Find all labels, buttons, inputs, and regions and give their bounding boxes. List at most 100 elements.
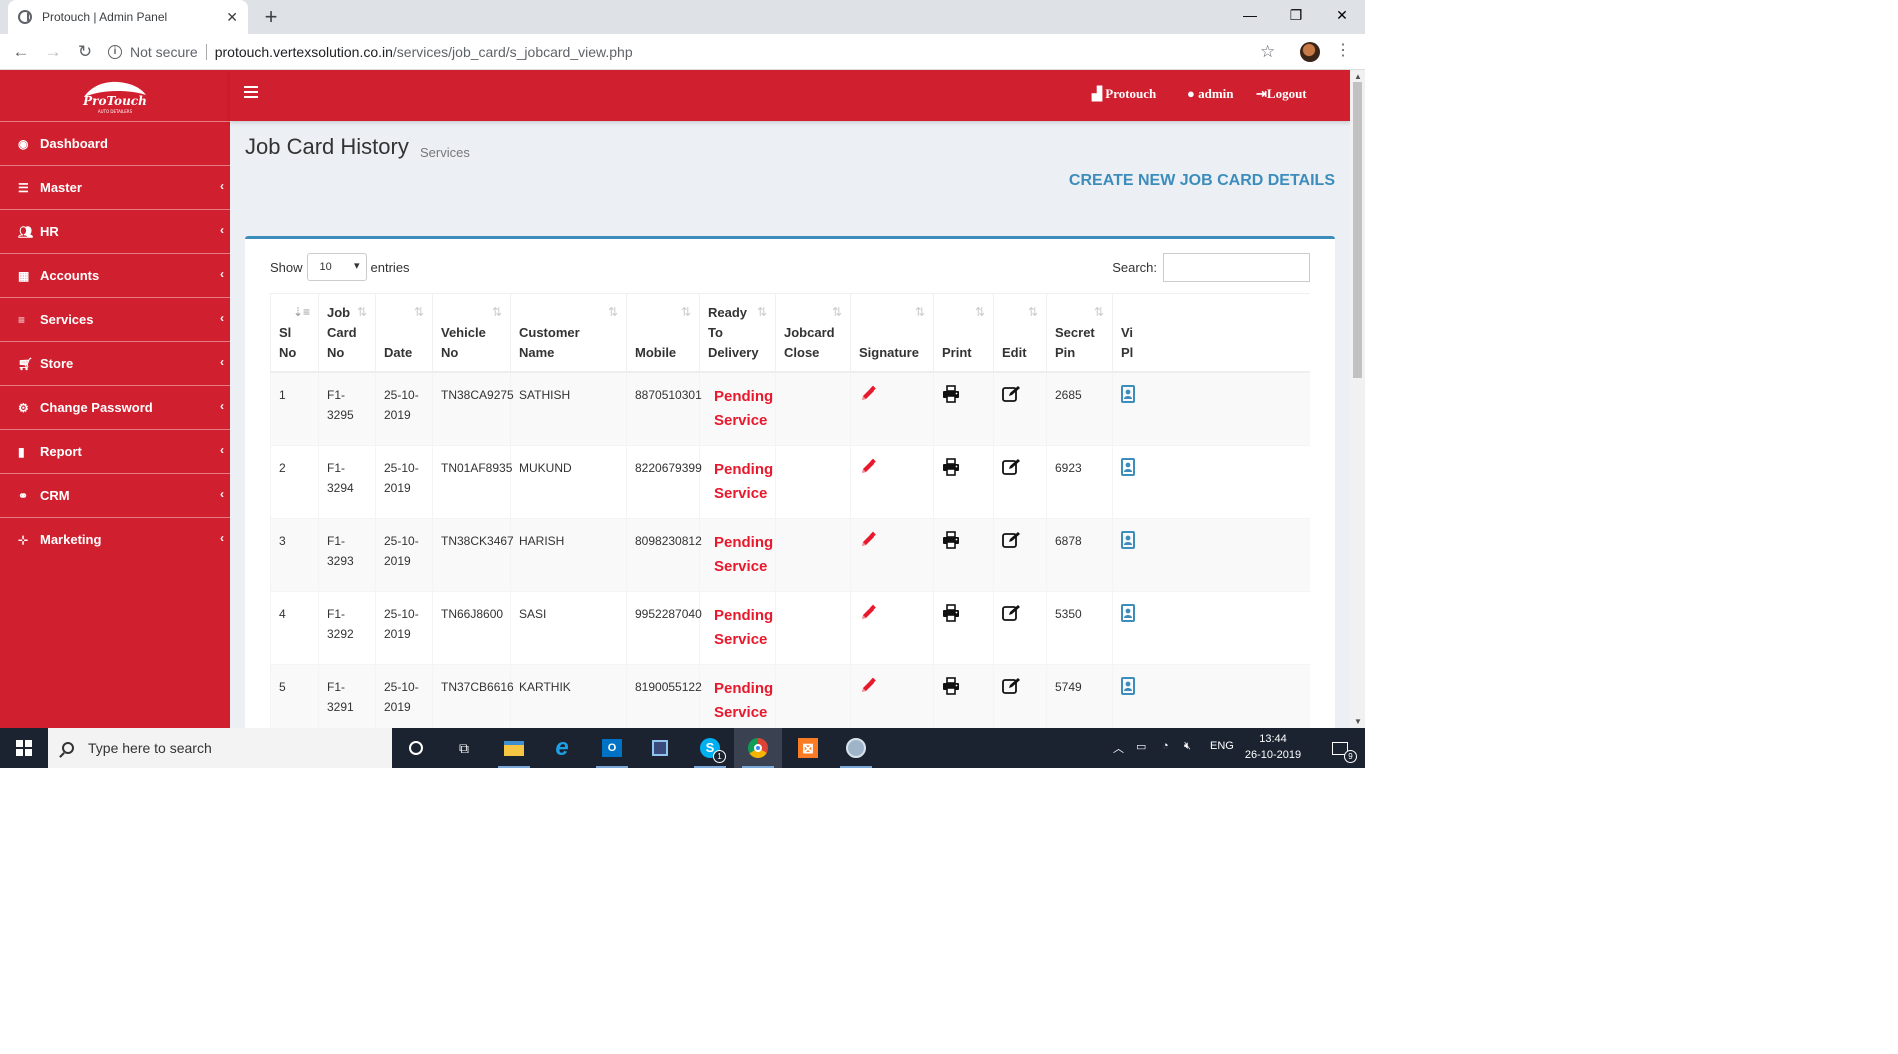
sidebar-item-report[interactable]: ▮ Report ‹ [0, 429, 230, 473]
create-new-job-card-link[interactable]: CREATE NEW JOB CARD DETAILS [1069, 172, 1335, 190]
tool-app[interactable] [832, 728, 880, 768]
table-search-input[interactable] [1163, 253, 1310, 282]
column-header-ready-to-delivery[interactable]: ⇅ Ready To Delivery [699, 293, 776, 373]
view-photo-icon[interactable] [1121, 384, 1310, 403]
cell-edit[interactable] [993, 517, 1047, 592]
signature-pencil-icon[interactable] [859, 531, 925, 549]
signature-pencil-icon[interactable] [859, 604, 925, 622]
cell-edit[interactable] [993, 371, 1047, 446]
cell-view-photo[interactable] [1112, 444, 1310, 519]
file-explorer-app[interactable] [490, 728, 538, 768]
signature-pencil-icon[interactable] [859, 677, 925, 695]
print-icon[interactable] [942, 676, 985, 695]
sidebar-item-services[interactable]: ≡ Services ‹ [0, 297, 230, 341]
column-header-view-photo[interactable]: Vi Pl [1112, 293, 1310, 373]
sidebar-item-accounts[interactable]: ▦ Accounts ‹ [0, 253, 230, 297]
column-header-date[interactable]: ⇅ Date [375, 293, 433, 373]
cell-print[interactable] [933, 371, 994, 446]
browser-menu-icon[interactable]: ⋮ [1335, 40, 1351, 60]
brand-link[interactable]: ▟ Protouch [1092, 86, 1156, 102]
edit-icon[interactable] [1002, 604, 1038, 622]
sidebar-item-master[interactable]: ☰ Master ‹ [0, 165, 230, 209]
task-view-button[interactable]: ⧉ [440, 728, 488, 768]
column-header-print[interactable]: ⇅ Print [933, 293, 994, 373]
close-window-button[interactable]: ✕ [1319, 0, 1365, 32]
address-bar[interactable]: i Not secure protouch.vertexsolution.co.… [108, 39, 1288, 65]
cell-signature[interactable] [850, 444, 934, 519]
sidebar-item-store[interactable]: 🛒︎ Store ‹ [0, 341, 230, 385]
scrollbar-thumb[interactable] [1353, 82, 1362, 378]
column-header-job-card-no[interactable]: ⇅ Job Card No [318, 293, 376, 373]
cell-print[interactable] [933, 663, 994, 728]
chrome-app[interactable] [734, 728, 782, 768]
back-arrow-icon[interactable]: ← [9, 40, 33, 64]
network-tool-app[interactable] [636, 728, 684, 768]
page-scrollbar[interactable]: ▲ ▼ [1350, 70, 1365, 728]
column-header-sl-no[interactable]: ⇣≡ Sl No [270, 293, 319, 373]
view-photo-icon[interactable] [1121, 530, 1310, 549]
sidebar-item-crm[interactable]: ⚭ CRM ‹ [0, 473, 230, 517]
edit-icon[interactable] [1002, 531, 1038, 549]
column-header-secret-pin[interactable]: ⇅ Secret Pin [1046, 293, 1113, 373]
volume-muted-icon[interactable]: 🔇︎ [1184, 740, 1191, 753]
restore-button[interactable]: ❐ [1273, 0, 1319, 32]
print-icon[interactable] [942, 384, 985, 403]
signature-pencil-icon[interactable] [859, 458, 925, 476]
outlook-app[interactable]: O [588, 728, 636, 768]
sidebar-item-marketing[interactable]: ⊹ Marketing ‹ [0, 517, 230, 561]
view-photo-icon[interactable] [1121, 603, 1310, 622]
taskbar-search-box[interactable]: Type here to search [48, 728, 392, 768]
profile-avatar[interactable] [1300, 42, 1320, 62]
minimize-button[interactable]: — [1227, 0, 1273, 32]
taskbar-clock[interactable]: 13:44 26-10-2019 [1238, 731, 1308, 763]
info-icon[interactable]: i [108, 45, 122, 59]
column-header-mobile[interactable]: ⇅ Mobile [626, 293, 700, 373]
battery-icon[interactable]: ▭ [1136, 740, 1146, 753]
action-center-button[interactable]: 9 [1316, 728, 1364, 768]
cell-edit[interactable] [993, 590, 1047, 665]
cell-signature[interactable] [850, 590, 934, 665]
cell-edit[interactable] [993, 444, 1047, 519]
scroll-up-arrow-icon[interactable]: ▲ [1354, 72, 1362, 81]
tab-close-icon[interactable]: ✕ [226, 9, 238, 26]
new-tab-button[interactable]: + [258, 4, 284, 30]
cell-print[interactable] [933, 590, 994, 665]
edit-icon[interactable] [1002, 385, 1038, 403]
cell-signature[interactable] [850, 371, 934, 446]
logout-link[interactable]: ⇥Logout [1256, 86, 1307, 102]
print-icon[interactable] [942, 530, 985, 549]
bookmark-star-icon[interactable]: ☆ [1260, 42, 1275, 62]
sidebar-item-change-password[interactable]: ⚙ Change Password ‹ [0, 385, 230, 429]
table-scroll-area[interactable]: ⇣≡ Sl No ⇅ Job Card No ⇅ Date ⇅ Vehicle No ⇅ Customer… [270, 293, 1310, 728]
forward-arrow-icon[interactable]: → [41, 40, 65, 64]
hamburger-menu-icon[interactable] [244, 86, 258, 98]
sidebar-item-hr[interactable]: 👥︎ HR ‹ [0, 209, 230, 253]
wifi-icon[interactable]: ◔ [1162, 740, 1169, 752]
page-length-select[interactable]: 10 [306, 253, 367, 281]
start-button[interactable] [0, 728, 48, 768]
xampp-app[interactable]: ⊠ [784, 728, 832, 768]
cell-signature[interactable] [850, 517, 934, 592]
cell-view-photo[interactable] [1112, 590, 1310, 665]
cell-view-photo[interactable] [1112, 371, 1310, 446]
skype-app[interactable]: S 1 [686, 728, 734, 768]
column-header-vehicle-no[interactable]: ⇅ Vehicle No [432, 293, 511, 373]
column-header-jobcard-close[interactable]: ⇅ Jobcard Close [775, 293, 851, 373]
print-icon[interactable] [942, 457, 985, 476]
column-header-signature[interactable]: ⇅ Signature [850, 293, 934, 373]
cell-print[interactable] [933, 444, 994, 519]
user-menu[interactable]: ● admin [1187, 86, 1234, 102]
signature-pencil-icon[interactable] [859, 385, 925, 403]
view-photo-icon[interactable] [1121, 676, 1310, 695]
tray-chevron-up-icon[interactable]: ︿ [1113, 740, 1124, 756]
cell-view-photo[interactable] [1112, 517, 1310, 592]
cortana-button[interactable] [392, 728, 440, 768]
browser-tab[interactable]: Protouch | Admin Panel ✕ [8, 0, 248, 34]
cell-print[interactable] [933, 517, 994, 592]
protouch-logo[interactable]: ProTouch AUTO DETAILERS [0, 70, 230, 121]
reload-icon[interactable]: ↻ [73, 40, 97, 64]
cell-view-photo[interactable] [1112, 663, 1310, 728]
language-indicator[interactable]: ENG [1210, 740, 1234, 752]
cell-edit[interactable] [993, 663, 1047, 728]
view-photo-icon[interactable] [1121, 457, 1310, 476]
